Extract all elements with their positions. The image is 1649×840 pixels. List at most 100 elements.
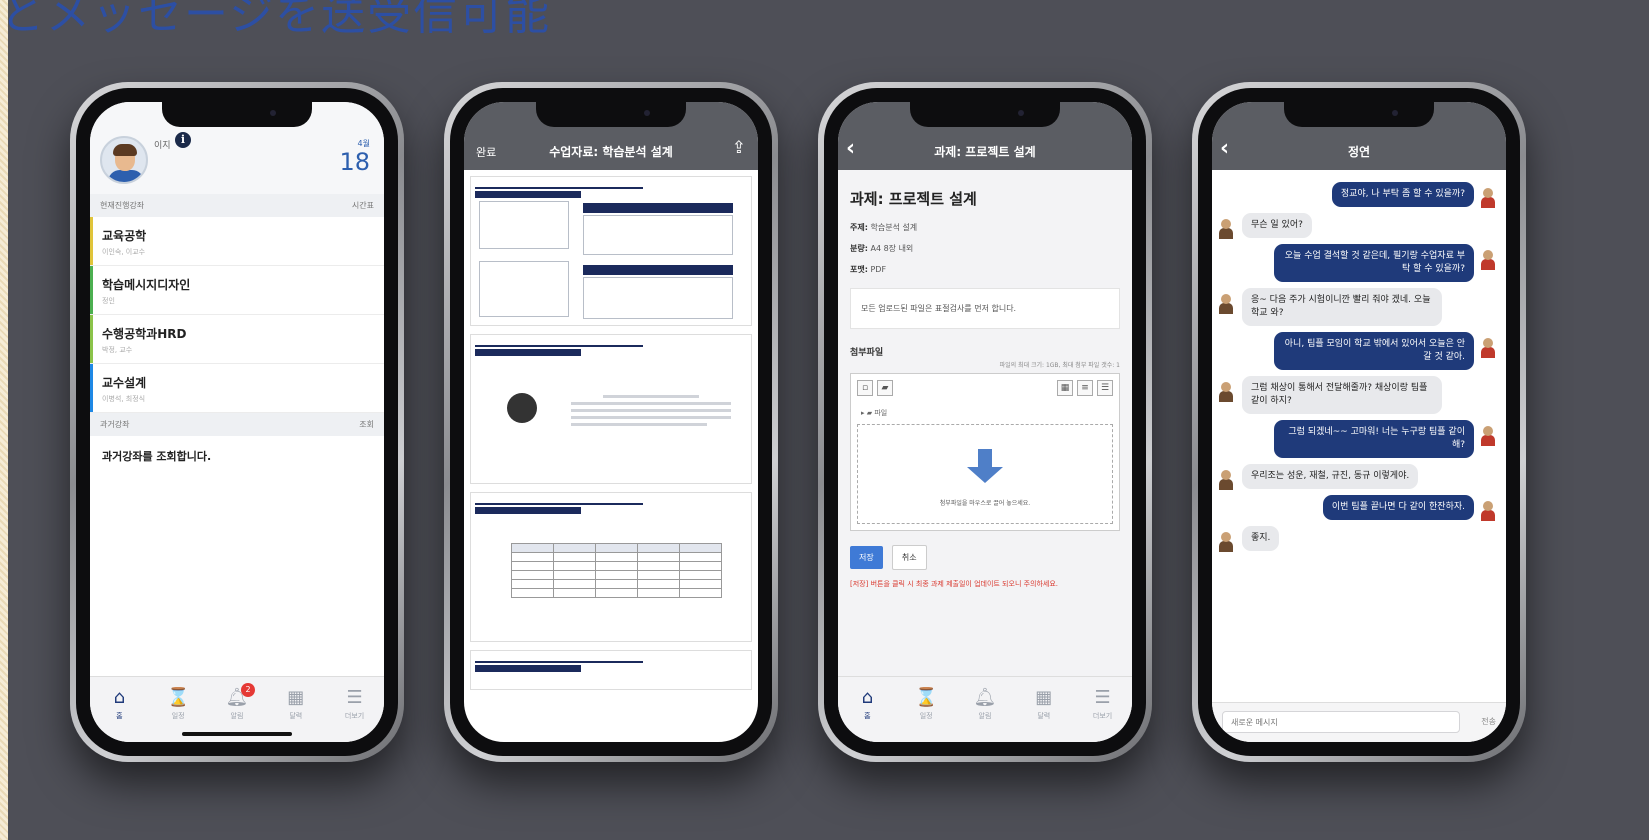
assignment-length: 분량: A4 8장 내외 <box>850 244 914 253</box>
message-bubble[interactable]: 이번 팀플 끝나면 다 같이 한잔하자. <box>1322 495 1474 520</box>
phone-notch <box>536 102 686 127</box>
document-screen: 완료 수업자료: 학습분석 설계 ⇪ <box>464 102 758 742</box>
message-bubble[interactable]: 우리조는 성운, 재철, 규진, 동규 이렇게야. <box>1242 464 1419 489</box>
avatar[interactable] <box>1218 470 1234 490</box>
message-bubble[interactable]: 좋지. <box>1242 526 1280 551</box>
add-file-icon[interactable]: ▫ <box>857 380 873 396</box>
document-viewer[interactable] <box>470 176 752 740</box>
message-bubble[interactable]: 정교야, 나 부탁 좀 할 수 있을까? <box>1331 182 1474 207</box>
plagiarism-note: 모든 업로드된 파일은 표절검사를 먼저 합니다. <box>850 288 1120 329</box>
info-icon[interactable]: i <box>175 132 191 148</box>
courses-screen: 이지 i 4월 18 현재진행강좌 시간표 교육공학 이인숙, 이교수 학습메시지디… <box>90 102 384 742</box>
tab-label: 더보기 <box>1092 712 1113 720</box>
file-dropzone[interactable]: 첨부파일을 마우스로 끌어 놓으세요. <box>857 424 1113 524</box>
tab-menu[interactable]: ☰ 더보기 <box>1079 687 1127 721</box>
avatar[interactable] <box>1218 532 1234 552</box>
course-item[interactable]: 교수설계 이병석, 최정식 <box>90 364 384 413</box>
course-instructor: 이병석, 최정식 <box>102 395 146 403</box>
message-list[interactable]: 정교야, 나 부탁 좀 할 수 있을까? 무슨 일 있어? 오늘 수업 결석할 것 … <box>1212 170 1506 702</box>
document-slide <box>470 492 752 642</box>
course-list: 현재진행강좌 시간표 교육공학 이인숙, 이교수학습메시지디자인정인수행공학과HR… <box>90 194 384 476</box>
avatar[interactable] <box>1218 294 1234 314</box>
phone-assignment: ‹ 과제: 프로젝트 설계 과제: 프로젝트 설계 주제: 학습분석 설계 분량… <box>818 82 1152 762</box>
outgoing-message: 이번 팀플 끝나면 다 같이 한잔하자. <box>1218 495 1500 521</box>
message-bubble[interactable]: 무슨 일 있어? <box>1242 213 1312 238</box>
section-current-title: 현재진행강좌 <box>100 201 145 210</box>
avatar[interactable] <box>1480 501 1496 521</box>
tab-calendar[interactable]: ▦ 달력 <box>1020 687 1068 721</box>
assignment-body: 과제: 프로젝트 설계 주제: 학습분석 설계 분량: A4 8장 내외 포맷:… <box>838 170 1132 676</box>
course-name: 학습메시지디자인 <box>102 278 191 292</box>
menu-icon: ☰ <box>346 687 363 708</box>
chat-screen: ‹ 정연 정교야, 나 부탁 좀 할 수 있을까? 무슨 일 있어? 오늘 수업 결… <box>1212 102 1506 742</box>
avatar[interactable] <box>1480 338 1496 358</box>
message-bubble[interactable]: 응~ 다음 주가 시험이니깐 빨리 줘야 겠네. 오늘 학교 와? <box>1242 288 1442 326</box>
course-color-bar <box>90 364 93 412</box>
message-input[interactable] <box>1222 711 1460 733</box>
date-display: 4월 18 <box>339 138 370 175</box>
hourglass-icon: ⌛ <box>914 687 938 708</box>
send-button[interactable]: 전송 <box>1481 716 1496 727</box>
grid-view-icon[interactable]: ▦ <box>1057 380 1073 396</box>
avatar[interactable] <box>1218 382 1234 402</box>
home-indicator <box>182 732 292 736</box>
tab-bar: ⌂ 홈 ⌛ 일정 🔔︎ 알림 ▦ 달력 ☰ 더보기 <box>838 676 1132 742</box>
tab-menu[interactable]: ☰ 더보기 <box>331 687 379 721</box>
outgoing-message: 오늘 수업 결석할 것 같은데, 필기랑 수업자료 부탁 할 수 있을까? <box>1218 244 1500 282</box>
tab-bell[interactable]: 🔔︎ 알림 <box>961 687 1009 721</box>
date-day: 18 <box>339 148 370 176</box>
tree-view-icon[interactable]: ☰ <box>1097 380 1113 396</box>
attachment-hint: 파일의 최대 크기: 1GB, 최대 첨부 파일 갯수: 1 <box>999 362 1120 369</box>
tab-home[interactable]: ⌂ 홈 <box>843 687 891 721</box>
tab-label: 홈 <box>864 712 871 720</box>
folder-item[interactable]: ▸ ▰ 파일 <box>861 408 887 418</box>
section-past: 과거강좌 조회 <box>90 413 384 436</box>
course-item[interactable]: 수행공학과HRD 박정, 교수 <box>90 315 384 364</box>
message-bubble[interactable]: 그럼 되겠네~~ 고마워! 너는 누구랑 팀플 같이해? <box>1274 420 1474 458</box>
save-button[interactable]: 저장 <box>850 546 883 569</box>
tab-label: 일정 <box>919 712 933 720</box>
phone-notch <box>1284 102 1434 127</box>
tab-label: 알림 <box>978 712 992 720</box>
avatar[interactable] <box>1218 219 1234 239</box>
tab-hourglass[interactable]: ⌛ 일정 <box>902 687 950 721</box>
cancel-button[interactable]: 취소 <box>891 545 927 570</box>
past-courses-message[interactable]: 과거강좌를 조회합니다. <box>90 436 384 476</box>
document-slide <box>470 334 752 484</box>
outgoing-message: 아니, 팀플 모임이 학교 밖에서 있어서 오늘은 안 갈 것 같아. <box>1218 332 1500 370</box>
tab-calendar[interactable]: ▦ 달력 <box>272 687 320 721</box>
phone-chat: ‹ 정연 정교야, 나 부탁 좀 할 수 있을까? 무슨 일 있어? 오늘 수업 결… <box>1192 82 1526 762</box>
tab-label: 홈 <box>116 712 123 720</box>
timetable-link[interactable]: 시간표 <box>352 200 374 211</box>
message-bubble[interactable]: 그럼 채상이 통해서 전달해줄까? 채상이랑 팀플 같이 하지? <box>1242 376 1442 414</box>
course-color-bar <box>90 217 93 265</box>
list-view-icon[interactable]: ≡ <box>1077 380 1093 396</box>
course-name: 수행공학과HRD <box>102 327 187 341</box>
dropzone-text: 첨부파일을 마우스로 끌어 놓으세요. <box>939 500 1031 507</box>
avatar[interactable] <box>1480 426 1496 446</box>
outgoing-message: 정교야, 나 부탁 좀 할 수 있을까? <box>1218 182 1500 208</box>
avatar[interactable] <box>100 136 148 184</box>
tab-hourglass[interactable]: ⌛ 일정 <box>154 687 202 721</box>
incoming-message: 그럼 채상이 통해서 전달해줄까? 채상이랑 팀플 같이 하지? <box>1218 376 1500 414</box>
tab-home[interactable]: ⌂ 홈 <box>95 687 143 721</box>
tab-label: 달력 <box>1037 712 1051 720</box>
document-title: 수업자료: 학습분석 설계 <box>549 145 673 159</box>
assignment-title: 과제: 프로젝트 설계 <box>850 190 977 208</box>
avatar[interactable] <box>1480 188 1496 208</box>
message-bubble[interactable]: 아니, 팀플 모임이 학교 밖에서 있어서 오늘은 안 갈 것 같아. <box>1274 332 1474 370</box>
course-instructor: 정인 <box>102 297 115 305</box>
assignment-actions: 저장 취소 <box>838 535 1132 574</box>
phone-notch <box>162 102 312 127</box>
current-courses: 교육공학 이인숙, 이교수학습메시지디자인정인수행공학과HRD 박정, 교수 교수설계… <box>90 217 384 413</box>
tab-bell[interactable]: 🔔︎ 알림 2 <box>213 683 261 721</box>
course-item[interactable]: 학습메시지디자인정인 <box>90 266 384 315</box>
message-bubble[interactable]: 오늘 수업 결석할 것 같은데, 필기랑 수업자료 부탁 할 수 있을까? <box>1274 244 1474 282</box>
share-icon[interactable]: ⇪ <box>732 138 746 158</box>
past-search-link[interactable]: 조회 <box>359 419 374 430</box>
course-item[interactable]: 교육공학 이인숙, 이교수 <box>90 217 384 266</box>
phone-courses: 이지 i 4월 18 현재진행강좌 시간표 교육공학 이인숙, 이교수 학습메시지디… <box>70 82 404 762</box>
file-manager: ▫ ▰ ▦ ≡ ☰ ▸ ▰ 파일 첨부파일을 마우스로 끌어 놓으세요. <box>850 373 1120 531</box>
create-folder-icon[interactable]: ▰ <box>877 380 893 396</box>
avatar[interactable] <box>1480 250 1496 270</box>
